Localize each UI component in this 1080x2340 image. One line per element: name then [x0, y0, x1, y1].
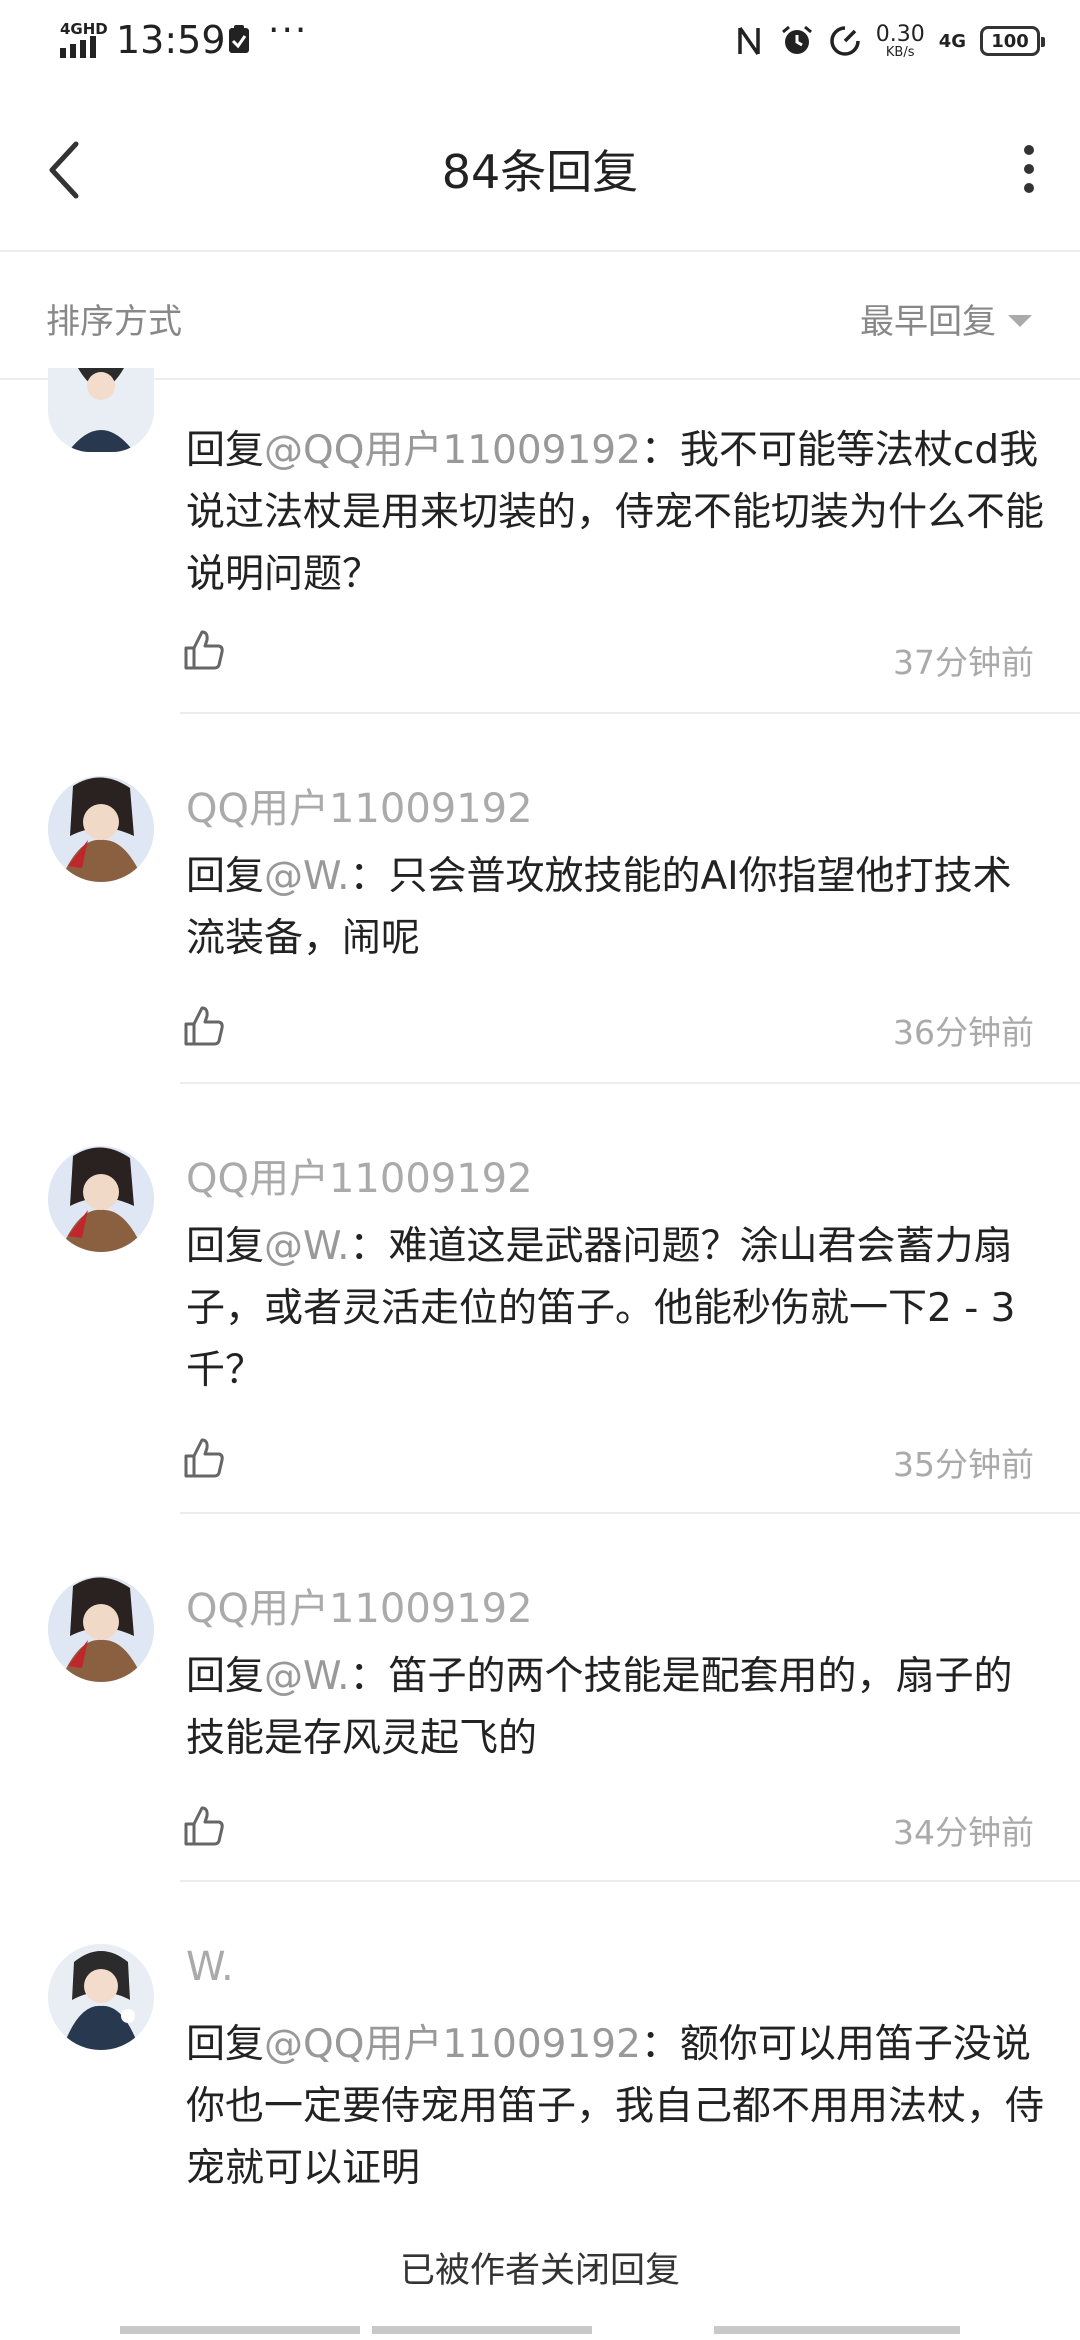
reply-prefix: 回复	[186, 428, 265, 473]
bottom-bar-segments	[120, 2326, 960, 2334]
avatar-illustration	[48, 1576, 154, 1682]
battery-icon: 100	[980, 26, 1045, 56]
avatar[interactable]	[48, 776, 154, 882]
more-notifications-icon: ···	[268, 10, 309, 51]
mention-link[interactable]: @W.	[264, 1654, 349, 1699]
top-app-bar: 84条回复	[0, 84, 1080, 252]
avatar-illustration	[48, 776, 154, 882]
mention-link[interactable]: @QQ用户11009192	[264, 2022, 641, 2067]
thumbs-up-icon[interactable]	[182, 1436, 226, 1480]
status-bar: 4GHD 13:59 ··· 0.30 KB/s 4G 100	[0, 0, 1080, 84]
mention-link[interactable]: @W.	[264, 1224, 349, 1269]
thumbs-up-icon[interactable]	[182, 1804, 226, 1848]
sort-value-label: 最早回复	[860, 302, 996, 342]
alarm-icon	[781, 25, 812, 54]
comment-timestamp: 36分钟前	[893, 1013, 1034, 1052]
comment-body: 回复@W.：难道这是武器问题？涂山君会蓄力扇子，或者灵活走位的笛子。他能秒伤就一…	[186, 1216, 1046, 1402]
avatar[interactable]	[48, 1146, 154, 1252]
sort-bar: 排序方式 最早回复	[0, 250, 1080, 380]
comment-username[interactable]: QQ用户11009192	[186, 776, 533, 834]
reply-prefix: 回复	[186, 1224, 265, 1269]
sort-label: 排序方式	[46, 302, 182, 342]
comment-username[interactable]: QQ用户11009192	[186, 1576, 533, 1634]
comment-body: 回复@W.：只会普攻放技能的AI你指望他打技术流装备，闹呢	[186, 846, 1046, 970]
avatar-illustration	[48, 368, 154, 452]
network-type: 4G	[938, 30, 966, 52]
reply-prefix: 回复	[186, 854, 265, 899]
page-title: 84条回复	[441, 145, 639, 199]
divider	[180, 712, 1080, 714]
data-saver-icon	[829, 26, 860, 56]
replies-closed-notice: 已被作者关闭回复	[399, 2251, 680, 2291]
avatar-illustration	[48, 1944, 154, 2050]
comment-timestamp: 34分钟前	[893, 1813, 1034, 1852]
network-speed: 0.30 KB/s	[875, 21, 925, 60]
divider	[180, 1082, 1080, 1084]
sort-dropdown[interactable]: 最早回复	[860, 294, 1032, 343]
network-label: 4GHD	[60, 20, 108, 38]
clock: 13:59	[116, 18, 226, 62]
comment-timestamp: 37分钟前	[893, 643, 1034, 682]
comment-timestamp: 35分钟前	[893, 1445, 1034, 1484]
divider	[180, 1512, 1080, 1514]
comment-body: 回复@QQ用户11009192：我不可能等法杖cd我说过法杖是用来切装的，侍宠不…	[186, 420, 1046, 606]
comment-username[interactable]: QQ用户11009192	[186, 1146, 533, 1204]
comment-username[interactable]: W.	[186, 1944, 234, 1990]
reply-prefix: 回复	[186, 2022, 265, 2067]
divider	[180, 1880, 1080, 1882]
status-right: 0.30 KB/s 4G 100	[732, 18, 1045, 64]
reply-prefix: 回复	[186, 1654, 265, 1699]
avatar[interactable]	[48, 1576, 154, 1682]
battery-level: 100	[991, 30, 1029, 52]
speed-unit: KB/s	[885, 44, 915, 60]
thumbs-up-icon[interactable]	[182, 1004, 226, 1048]
avatar-illustration	[48, 1146, 154, 1252]
speed-value: 0.30	[875, 21, 925, 47]
comment-body: 回复@W.：笛子的两个技能是配套用的，扇子的技能是存风灵起飞的	[186, 1646, 1046, 1770]
avatar[interactable]	[48, 368, 154, 452]
clipboard-check-icon	[229, 25, 249, 53]
avatar[interactable]	[48, 1944, 154, 2050]
caret-down-icon	[1008, 314, 1032, 327]
thumbs-up-icon[interactable]	[182, 628, 226, 672]
nfc-icon	[737, 27, 760, 55]
mention-link[interactable]: @QQ用户11009192	[264, 428, 641, 473]
more-vertical-icon[interactable]	[1022, 144, 1036, 194]
comment-body: 回复@QQ用户11009192：额你可以用笛子没说你也一定要侍宠用笛子，我自己都…	[186, 2014, 1046, 2200]
mention-link[interactable]: @W.	[264, 854, 349, 899]
